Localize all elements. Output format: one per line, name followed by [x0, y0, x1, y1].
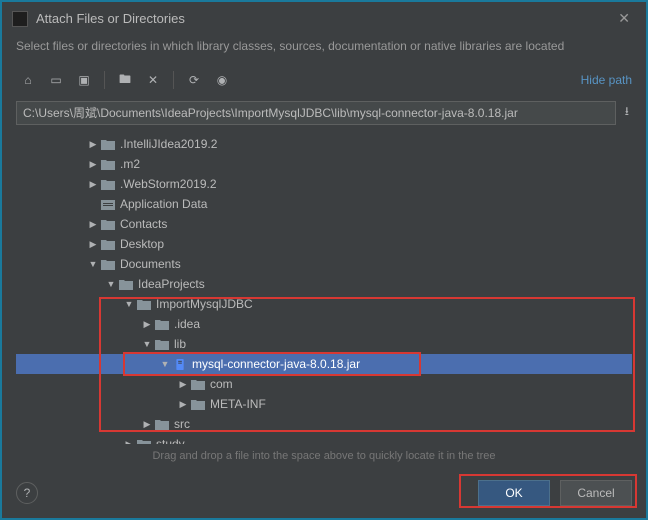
history-icon[interactable]: ⭳ [622, 99, 632, 126]
cancel-button[interactable]: Cancel [560, 480, 632, 506]
desktop-icon[interactable]: ▭ [44, 69, 68, 91]
jar-icon [172, 357, 188, 371]
chevron-right-icon[interactable]: ▶ [176, 379, 190, 390]
path-input[interactable] [16, 101, 616, 125]
folder-icon [190, 397, 206, 411]
footer: ? OK Cancel [2, 472, 646, 518]
tree-node-label: study [156, 437, 185, 444]
file-tree[interactable]: ▶ .IntelliJIdea2019.2 ▶ .m2 ▶ .WebStorm2019.2… [16, 130, 632, 444]
hide-path-link[interactable]: Hide path [581, 73, 632, 87]
tree-node-label: src [174, 417, 190, 431]
ok-button[interactable]: OK [478, 480, 550, 506]
chevron-down-icon[interactable]: ▼ [158, 359, 172, 369]
toolbar: ⌂ ▭ ▣ 🖿 ✕ ⟳ ◉ Hide path [2, 65, 646, 95]
path-row: ⭳ [2, 95, 646, 130]
tree-node-label: .WebStorm2019.2 [120, 177, 217, 191]
folder-icon [136, 437, 152, 444]
drag-drop-hint: Drag and drop a file into the space abov… [2, 444, 646, 472]
home-icon[interactable]: ⌂ [16, 69, 40, 91]
tree-node[interactable]: ▼ lib [16, 334, 632, 354]
tree-node[interactable]: ▶study [16, 434, 632, 444]
folder-icon [118, 277, 134, 291]
tree-node[interactable]: ▶ src [16, 414, 632, 434]
tree-node-label: IdeaProjects [138, 277, 205, 291]
tree-node[interactable]: ▼ mysql-connector-java-8.0.18.jar [16, 354, 632, 374]
tree-node-label: Contacts [120, 217, 167, 231]
tree-node[interactable]: ▶ .m2 [16, 154, 632, 174]
folder-icon [154, 337, 170, 351]
folder-icon [100, 257, 116, 271]
folder-icon [136, 297, 152, 311]
tree-node-label: ImportMysqlJDBC [156, 297, 253, 311]
tree-node[interactable]: ▼ ImportMysqlJDBC [16, 294, 632, 314]
tree-node[interactable]: ▶ META-INF [16, 394, 632, 414]
chevron-right-icon[interactable]: ▶ [86, 179, 100, 190]
chevron-right-icon[interactable]: ▶ [86, 159, 100, 170]
chevron-right-icon[interactable]: ▶ [86, 239, 100, 250]
titlebar: Attach Files or Directories ✕ [2, 2, 646, 35]
chevron-right-icon[interactable]: ▶ [86, 139, 100, 150]
chevron-right-icon[interactable]: ▶ [140, 419, 154, 430]
separator [173, 71, 174, 89]
refresh-icon[interactable]: ⟳ [182, 69, 206, 91]
chevron-right-icon[interactable]: ▶ [140, 319, 154, 330]
tree-node[interactable]: Application Data [16, 194, 632, 214]
app-icon [12, 11, 28, 27]
tree-node-label: Application Data [120, 197, 207, 211]
chevron-right-icon[interactable]: ▶ [86, 219, 100, 230]
tree-node[interactable]: ▶ Desktop [16, 234, 632, 254]
folder-icon [100, 157, 116, 171]
folder-icon [190, 377, 206, 391]
folder-icon [100, 177, 116, 191]
separator [104, 71, 105, 89]
folder-icon [154, 417, 170, 431]
dialog: Attach Files or Directories ✕ Select fil… [0, 0, 648, 520]
chevron-down-icon[interactable]: ▼ [140, 339, 154, 349]
tree-node-label: mysql-connector-java-8.0.18.jar [192, 357, 360, 371]
tree-node[interactable]: ▶ .WebStorm2019.2 [16, 174, 632, 194]
chevron-down-icon[interactable]: ▼ [104, 279, 118, 289]
close-icon[interactable]: ✕ [612, 8, 636, 29]
tree-node[interactable]: ▶ .idea [16, 314, 632, 334]
tree-node[interactable]: ▶ Contacts [16, 214, 632, 234]
tree-node[interactable]: ▼ IdeaProjects [16, 274, 632, 294]
tree-node-label: Desktop [120, 237, 164, 251]
new-folder-icon[interactable]: 🖿 [113, 69, 137, 91]
tree-node[interactable]: ▼ Documents [16, 254, 632, 274]
appdata-icon [100, 197, 116, 211]
folder-icon [100, 137, 116, 151]
folder-icon [100, 217, 116, 231]
tree-node[interactable]: ▶ com [16, 374, 632, 394]
tree-node-label: Documents [120, 257, 181, 271]
dialog-subtitle: Select files or directories in which lib… [2, 35, 646, 65]
tree-node[interactable]: ▶ .IntelliJIdea2019.2 [16, 134, 632, 154]
chevron-right-icon[interactable]: ▶ [176, 399, 190, 410]
tree-node-label: com [210, 377, 233, 391]
tree-node-label: META-INF [210, 397, 266, 411]
folder-icon [100, 237, 116, 251]
tree-node-label: .idea [174, 317, 200, 331]
tree-node-label: .IntelliJIdea2019.2 [120, 137, 217, 151]
chevron-down-icon[interactable]: ▼ [122, 299, 136, 309]
tree-node-label: lib [174, 337, 186, 351]
tree-node-label: .m2 [120, 157, 140, 171]
chevron-down-icon[interactable]: ▼ [86, 259, 100, 269]
show-hidden-icon[interactable]: ◉ [210, 69, 234, 91]
dialog-title: Attach Files or Directories [36, 11, 612, 26]
folder-icon [154, 317, 170, 331]
help-icon[interactable]: ? [16, 482, 38, 504]
delete-icon[interactable]: ✕ [141, 69, 165, 91]
project-icon[interactable]: ▣ [72, 69, 96, 91]
